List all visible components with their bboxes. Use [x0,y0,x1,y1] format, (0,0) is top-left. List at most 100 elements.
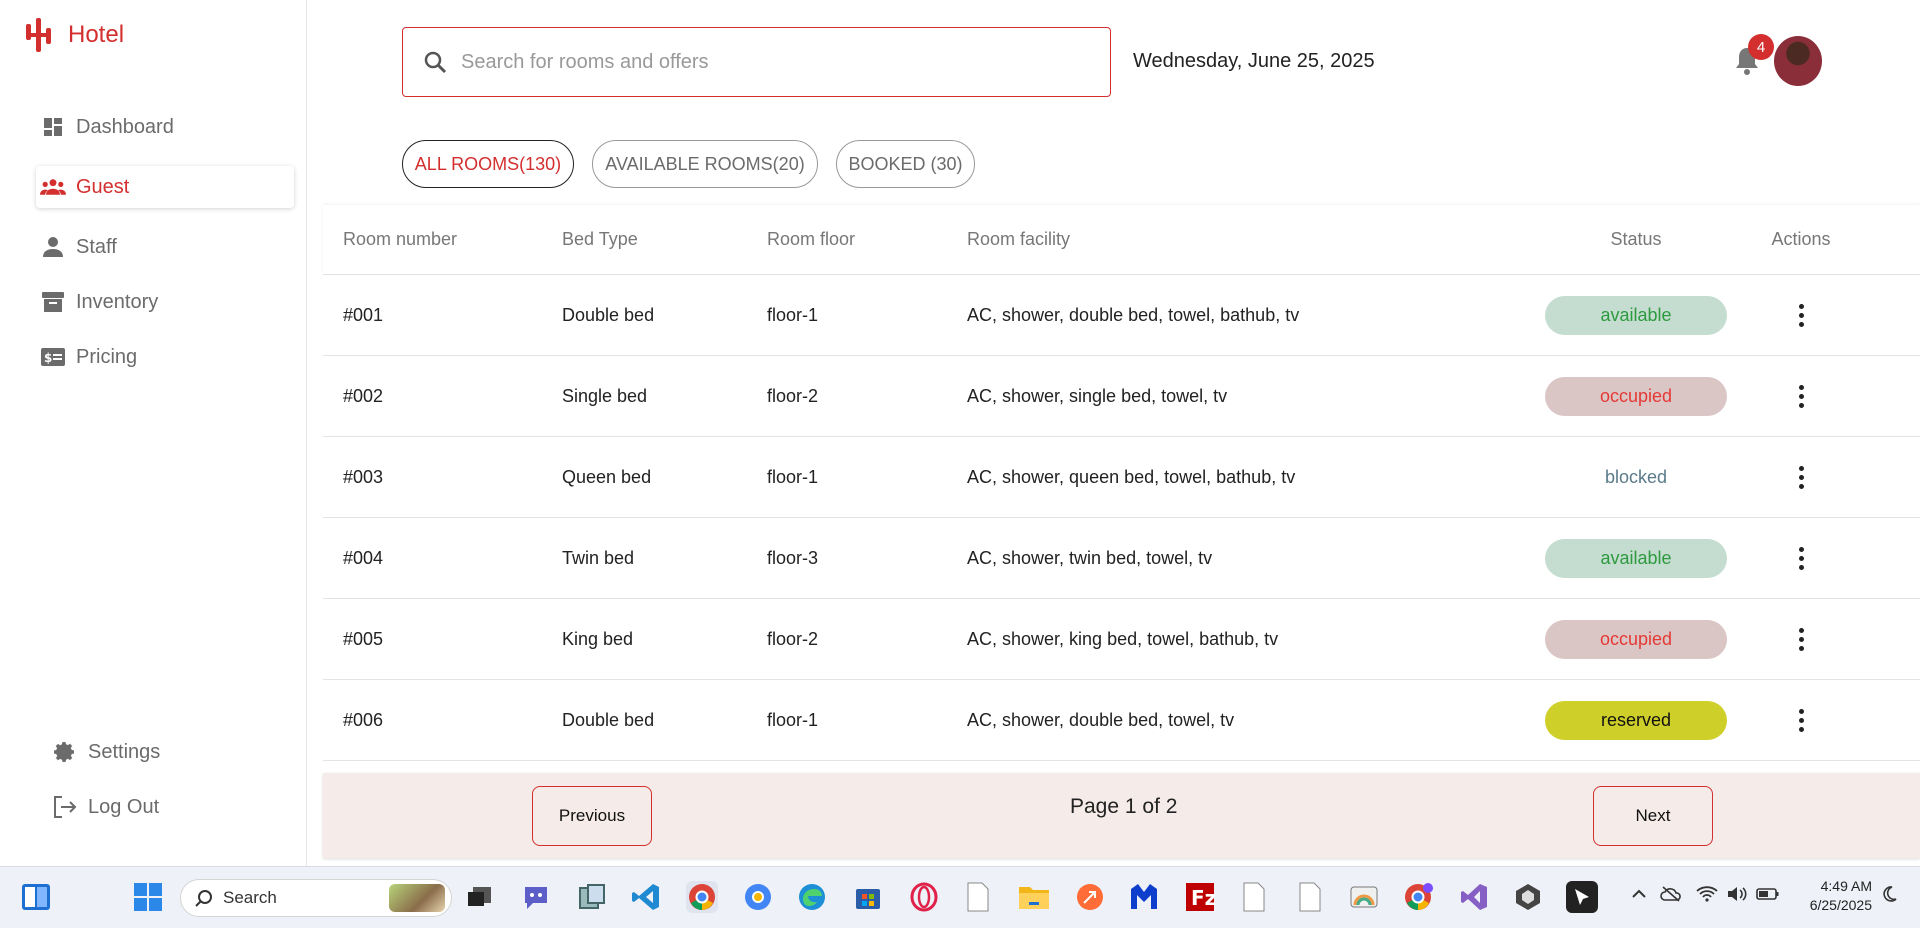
tab-booked[interactable]: BOOKED (30) [836,140,975,188]
sidebar-item-pricing[interactable]: $ Pricing [36,336,294,378]
clock-time: 4:49 AM [1820,878,1872,894]
dashboard-icon [40,114,66,140]
cloud-offline-icon[interactable] [1660,885,1682,907]
vscode-icon[interactable] [630,881,662,913]
more-vert-icon[interactable] [1789,624,1813,654]
file-explorer-icon[interactable] [1018,881,1050,913]
svg-text:$: $ [44,351,52,365]
search-bar[interactable] [402,27,1111,97]
table-row: #001 Double bed floor-1 AC, shower, double … [323,275,1920,356]
avatar[interactable] [1774,36,1822,86]
bed-type: Single bed [562,385,648,406]
edge-icon[interactable] [796,881,828,913]
teams-chat-icon[interactable] [520,881,552,913]
room-facility: AC, shower, twin bed, towel, tv [967,547,1213,568]
search-icon [195,890,212,907]
microsoft-store-icon[interactable] [852,881,884,913]
task-view-icon[interactable] [464,881,496,913]
room-number: #005 [343,628,384,649]
settings-button[interactable]: Settings [48,731,248,773]
tab-all-rooms[interactable]: ALL ROOMS(130) [402,140,574,188]
more-vert-icon[interactable] [1789,705,1813,735]
chrome-alt-icon[interactable] [1402,881,1434,913]
snipping-tool-icon[interactable] [576,881,608,913]
cursor-app-icon[interactable] [1566,881,1598,913]
status-badge: blocked [1604,466,1668,487]
opera-icon[interactable] [908,881,940,913]
header-room-number: Room number [343,229,458,249]
bed-type: Double bed [562,304,655,325]
table-row: #002 Single bed floor-2 AC, shower, single … [323,356,1920,437]
pagination-bar: Previous Page 1 of 2 Next [323,773,1920,858]
windows-start-icon[interactable] [132,881,164,913]
group-icon [40,174,66,200]
postman-icon[interactable] [1074,881,1106,913]
search-input[interactable] [461,50,1061,74]
status-cell: occupied [1541,619,1731,659]
widgets-icon[interactable] [20,881,52,913]
sidebar: Hotel Dashboard Guest Staff Inventory $ … [0,0,307,866]
document-icon[interactable] [1238,881,1270,913]
chrome-icon[interactable] [686,881,718,913]
room-number: #002 [343,385,384,406]
chrome-profile-icon[interactable] [742,881,774,913]
svg-text:Fz: Fz [1191,886,1215,910]
room-facility: AC, shower, double bed, towel, tv [967,709,1235,730]
room-number: #003 [343,466,384,487]
more-vert-icon[interactable] [1789,300,1813,330]
app-title: Hotel [68,21,125,48]
logout-button[interactable]: Log Out [48,786,248,828]
app-logo[interactable]: Hotel [24,16,124,54]
actions-cell [1731,543,1871,573]
sidebar-item-inventory[interactable]: Inventory [36,281,294,323]
moon-icon[interactable] [1880,885,1898,907]
status-cell: blocked [1541,458,1731,497]
volume-icon[interactable] [1726,885,1748,907]
room-floor: floor-2 [767,385,819,406]
filezilla-icon[interactable]: Fz [1184,881,1216,913]
windows-taskbar: Search Fz 4:49 AM 6/25/2025 [0,866,1920,928]
current-date: Wednesday, June 25, 2025 [1133,50,1375,72]
sidebar-item-dashboard[interactable]: Dashboard [36,106,294,148]
next-button[interactable]: Next [1593,786,1713,846]
file-icon[interactable] [962,881,994,913]
more-vert-icon[interactable] [1789,462,1813,492]
table-row: #006 Double bed floor-1 AC, shower, double … [323,680,1920,761]
actions-cell [1731,705,1871,735]
header-status: Status [1610,229,1662,249]
tab-available-rooms[interactable]: AVAILABLE ROOMS(20) [592,140,818,188]
taskbar-clock[interactable]: 4:49 AM 6/25/2025 [1792,877,1872,915]
bed-type: Twin bed [562,547,635,568]
room-floor: floor-1 [767,709,819,730]
photos-icon[interactable] [1348,881,1380,913]
taskbar-search-label: Search [223,888,277,907]
notification-badge: 4 [1748,34,1774,60]
previous-button[interactable]: Previous [532,786,652,846]
sidebar-item-label: Pricing [76,345,138,368]
wifi-icon[interactable] [1696,885,1718,907]
actions-cell [1731,462,1871,492]
sidebar-item-staff[interactable]: Staff [36,226,294,268]
page-indicator: Page 1 of 2 [1070,795,1178,818]
tray-overflow-icon[interactable] [1630,885,1648,907]
status-cell: available [1541,295,1731,335]
sidebar-item-label: Staff [76,235,117,258]
malwarebytes-icon[interactable] [1128,881,1160,913]
status-badge: reserved [1545,700,1727,740]
room-facility: AC, shower, king bed, towel, bathub, tv [967,628,1279,649]
visual-studio-icon[interactable] [1458,881,1490,913]
taskbar-search[interactable]: Search [180,879,452,917]
more-vert-icon[interactable] [1789,543,1813,573]
more-vert-icon[interactable] [1789,381,1813,411]
unity-icon[interactable] [1512,881,1544,913]
document-icon-2[interactable] [1294,881,1326,913]
sidebar-item-guest[interactable]: Guest [36,166,294,208]
room-number: #001 [343,304,384,325]
table-row: #003 Queen bed floor-1 AC, shower, queen be… [323,437,1920,518]
logout-label: Log Out [88,795,160,818]
battery-icon[interactable] [1756,885,1780,907]
rooms-table: Room number Bed Type Room floor Room fac… [323,205,1920,761]
room-floor: floor-2 [767,628,819,649]
room-floor: floor-1 [767,304,819,325]
room-facility: AC, shower, queen bed, towel, bathub, tv [967,466,1296,487]
